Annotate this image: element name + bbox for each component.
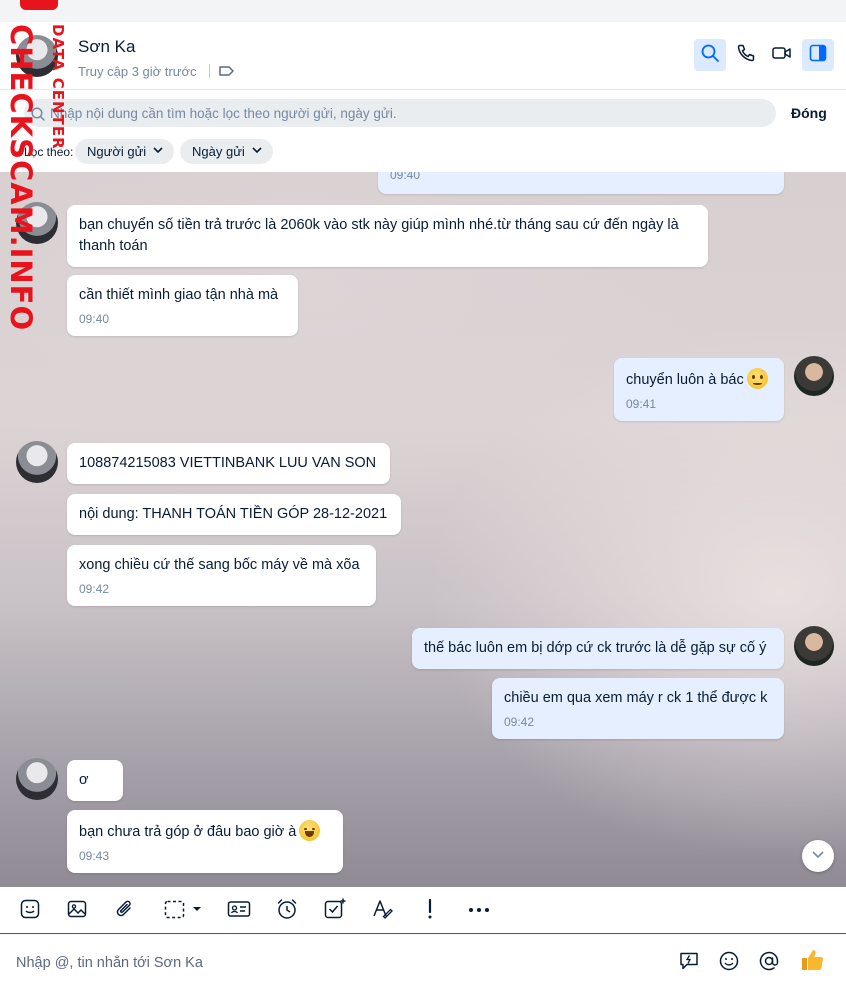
thumbs-up-icon [799,947,825,978]
phone-icon [736,43,756,68]
filter-sender-dropdown[interactable]: Người gửi [75,139,175,164]
message-text: 108874215083 VIETTINBANK LUU VAN SON [79,455,377,471]
scroll-to-bottom-button[interactable] [802,840,834,872]
message-time: 09:40 [79,312,110,326]
task-checkbox-icon [323,897,347,926]
conversation-info-toggle[interactable] [802,39,834,71]
filter-date-label: Ngày gửi [192,144,245,159]
more-dots-icon [467,902,491,920]
message-bubble-incoming[interactable]: xong chiều cứ thế sang bốc máy về mà xõa… [67,545,376,606]
message-text: nội dung: THANH TOÁN TIỀN GÓP 28-12-2021 [79,506,388,522]
filter-sender-label: Người gửi [87,144,147,159]
mark-important-button[interactable] [417,898,443,924]
contact-name[interactable]: Sơn Ka [78,37,135,57]
attach-file-button[interactable] [112,898,138,924]
label-tag-icon[interactable] [218,62,236,80]
message-time: 09:42 [79,582,110,596]
video-camera-icon [771,43,793,68]
my-avatar[interactable] [794,356,834,396]
message-bubble-outgoing[interactable]: chuyển luôn à bác 09:41 [614,358,784,421]
create-task-button[interactable] [322,898,348,924]
smiley-icon [718,950,740,977]
emoji-button[interactable] [717,951,741,975]
message-text: thế bác luôn em bị dớp cứ ck trước là dễ… [424,640,767,656]
message-bubble-outgoing[interactable]: chiều em qua xem máy r ck 1 thể được k 0… [492,678,784,739]
sidebar-panel-icon [808,43,828,68]
screenshot-crop-icon [163,898,203,925]
message-bubble-incoming[interactable]: cần thiết mình giao tận nhà mà 09:40 [67,275,298,336]
message-search-panel: Đóng Lọc theo: Người gửi Ngày gửi [0,90,846,172]
watermark-text: CHECKSCAM.INFO [4,24,38,332]
message-input[interactable] [16,952,656,974]
message-text: chiều em qua xem máy r ck 1 thể được k [504,690,768,706]
window-top-strip [0,0,846,22]
message-text: xong chiều cứ thế sang bốc máy về mà xõa [79,557,360,573]
quick-message-icon [678,950,700,977]
message-time: 09:41 [626,397,657,411]
composer-toolbar [0,887,846,934]
message-bubble-incoming[interactable]: bạn chuyển số tiền trả trước là 2060k và… [67,205,708,267]
alarm-clock-icon [275,897,299,926]
message-text: cần thiết mình giao tận nhà mà [79,287,279,303]
contact-status: Truy cập 3 giờ trước [78,64,197,79]
message-bubble-outgoing[interactable]: 09:40 [378,172,784,194]
message-bubble-incoming[interactable]: nội dung: THANH TOÁN TIỀN GÓP 28-12-2021 [67,494,401,535]
sticker-button[interactable] [17,898,43,924]
contact-card-icon [227,898,251,925]
sticker-icon [19,898,41,925]
message-text: ơ [79,772,89,788]
mention-button[interactable] [757,951,781,975]
quick-like-button[interactable] [799,949,825,975]
paperclip-icon [114,898,136,925]
message-composer [0,935,846,990]
message-time: 09:43 [79,849,110,863]
search-icon [700,43,720,68]
message-time: 09:40 [390,172,421,182]
quick-message-button[interactable] [677,951,701,975]
message-text: bạn chuyển số tiền trả trước là 2060k và… [79,217,679,254]
worried-face-icon [746,368,768,389]
filter-date-dropdown[interactable]: Ngày gửi [180,139,273,164]
close-search-button[interactable]: Đóng [791,105,827,121]
chevron-down-icon [152,144,164,159]
message-bubble-incoming[interactable]: ơ [67,760,123,801]
watermark-badge [20,0,58,10]
image-icon [66,898,88,925]
status-divider [209,64,210,78]
screenshot-button[interactable] [161,898,205,924]
chat-header: Sơn Ka Truy cập 3 giờ trước [0,22,846,90]
laughing-face-icon [299,820,321,841]
text-format-button[interactable] [370,898,396,924]
search-button[interactable] [694,39,726,71]
watermark-subtext: DATA CENTER [49,24,67,150]
message-bubble-incoming[interactable]: 108874215083 VIETTINBANK LUU VAN SON [67,443,390,484]
message-bubble-incoming[interactable]: bạn chưa trả góp ở đâu bao giờ à 09:43 [67,810,343,873]
more-options-button[interactable] [466,898,492,924]
message-bubble-outgoing[interactable]: thế bác luôn em bị dớp cứ ck trước là dễ… [412,628,784,669]
message-list[interactable]: 09:40 bạn chuyển số tiền trả trước là 20… [0,172,846,887]
send-image-button[interactable] [64,898,90,924]
text-format-icon [371,897,395,926]
message-time: 09:42 [504,715,535,729]
my-avatar[interactable] [794,626,834,666]
exclamation-icon [425,897,435,926]
message-text: bạn chưa trả góp ở đâu bao giờ à [79,824,297,840]
sender-avatar[interactable] [16,758,58,800]
send-contact-card-button[interactable] [226,898,252,924]
message-search-input[interactable] [24,99,776,127]
reminder-button[interactable] [274,898,300,924]
video-call-button[interactable] [766,39,798,71]
sender-avatar[interactable] [16,441,58,483]
chevron-down-icon [251,144,263,159]
voice-call-button[interactable] [730,39,762,71]
message-text: chuyển luôn à bác [626,372,744,388]
at-sign-icon [758,950,780,977]
chevron-down-icon [810,846,826,867]
